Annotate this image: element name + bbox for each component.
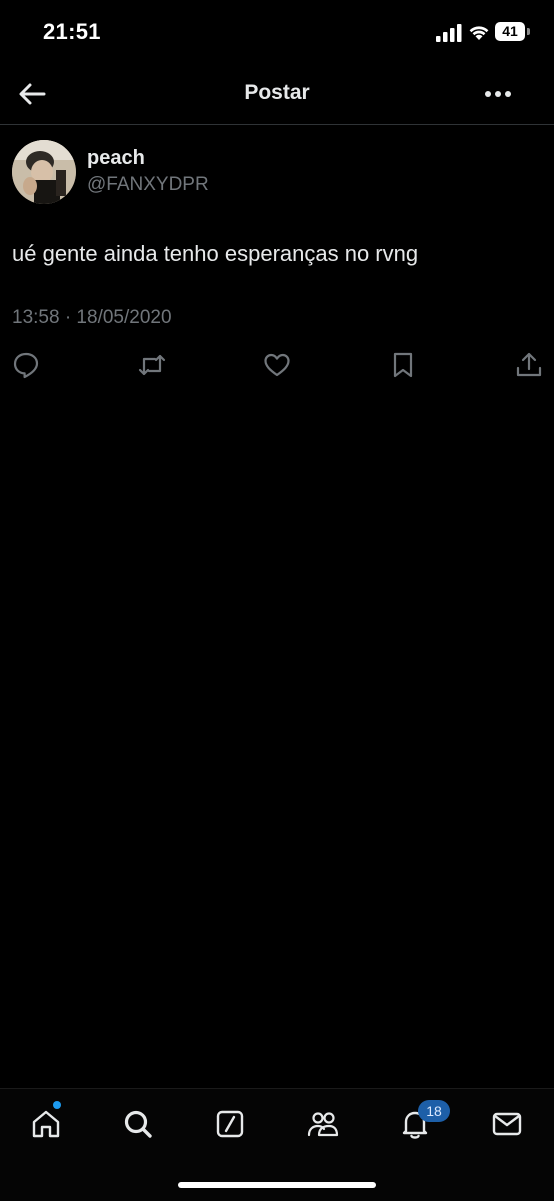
communities-icon bbox=[307, 1112, 339, 1137]
search-icon bbox=[124, 1110, 152, 1138]
nav-home[interactable] bbox=[29, 1107, 63, 1141]
reply-icon bbox=[13, 352, 39, 379]
retweet-button[interactable] bbox=[137, 350, 167, 380]
signal-icon bbox=[436, 24, 462, 42]
more-dots-icon bbox=[485, 91, 511, 97]
status-bar: 21:51 41 bbox=[0, 0, 554, 64]
nav-search[interactable] bbox=[121, 1107, 155, 1141]
home-indicator[interactable] bbox=[178, 1182, 376, 1188]
battery-tip bbox=[527, 28, 530, 35]
page-title: Postar bbox=[244, 81, 310, 104]
retweet-icon bbox=[138, 354, 166, 376]
bookmark-button[interactable] bbox=[388, 350, 418, 380]
battery-icon: 41 bbox=[495, 22, 531, 42]
like-icon bbox=[264, 353, 290, 377]
avatar-photo bbox=[12, 140, 76, 204]
bookmark-icon bbox=[393, 352, 413, 378]
notifications-badge: 18 bbox=[418, 1100, 450, 1122]
avatar[interactable] bbox=[12, 140, 76, 204]
tweet-text: ué gente ainda tenho esperanças no rvng bbox=[12, 241, 419, 266]
display-name[interactable]: peach bbox=[87, 147, 145, 170]
like-button[interactable] bbox=[262, 350, 292, 380]
wifi-icon bbox=[469, 26, 489, 40]
more-button[interactable] bbox=[480, 80, 516, 108]
nav-grok[interactable] bbox=[213, 1107, 247, 1141]
share-icon bbox=[516, 352, 542, 377]
status-time: 21:51 bbox=[43, 19, 101, 44]
home-icon bbox=[32, 1110, 60, 1138]
grok-icon bbox=[216, 1110, 244, 1138]
share-button[interactable] bbox=[514, 350, 544, 380]
user-handle[interactable]: @FANXYDPR bbox=[87, 174, 209, 196]
header: Postar bbox=[0, 64, 554, 125]
nav-communities[interactable] bbox=[306, 1107, 340, 1141]
reply-button[interactable] bbox=[11, 350, 41, 380]
tweet-timestamp[interactable]: 13:58 · 18/05/2020 bbox=[12, 307, 172, 329]
messages-icon bbox=[492, 1112, 522, 1136]
nav-messages[interactable] bbox=[490, 1107, 524, 1141]
battery-level: 41 bbox=[502, 23, 518, 39]
home-new-dot bbox=[53, 1101, 61, 1109]
